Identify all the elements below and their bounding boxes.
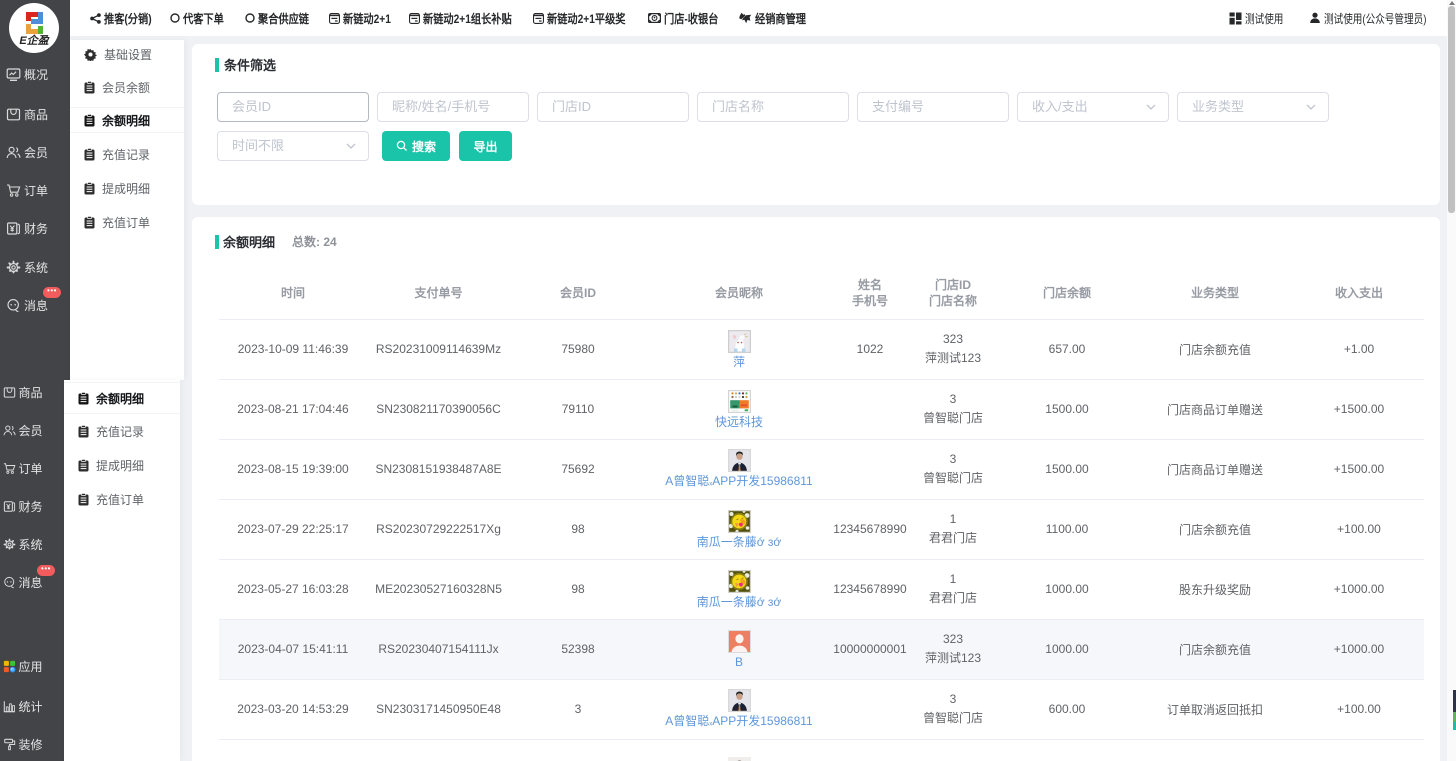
svg-text:E企盈: E企盈 xyxy=(19,34,49,47)
